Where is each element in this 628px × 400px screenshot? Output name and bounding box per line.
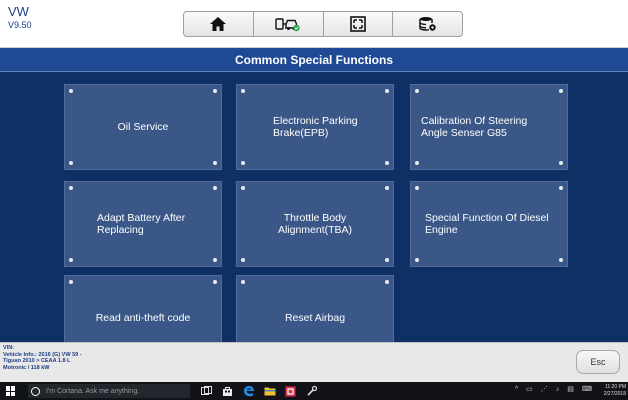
brand: VW V9.50 <box>8 4 32 31</box>
store-icon[interactable] <box>221 385 234 397</box>
screw-icon <box>559 186 563 190</box>
screw-icon <box>385 89 389 93</box>
keyboard-icon[interactable]: ⌨ <box>582 385 592 393</box>
screw-icon <box>69 258 73 262</box>
system-tray: ^ ▭ ⋰ ♪ ▤ ⌨ <box>515 385 592 394</box>
edge-browser-icon[interactable] <box>242 385 255 397</box>
vehicle-model: Tiguan 2010 > CEAA 1.8 L <box>3 358 71 364</box>
adapt-battery-tile[interactable]: Adapt Battery After Replacing <box>64 181 222 267</box>
screw-icon <box>69 280 73 284</box>
tile-label: Throttle Body Alignment(TBA) <box>277 212 353 236</box>
epb-tile[interactable]: Electronic Parking Brake(EPB) <box>236 84 394 170</box>
volume-icon[interactable]: ♪ <box>556 386 560 393</box>
screw-icon <box>385 280 389 284</box>
fullscreen-button[interactable] <box>323 11 394 37</box>
fullscreen-icon <box>350 16 366 32</box>
cortana-placeholder: I'm Cortana. Ask me anything. <box>46 387 140 395</box>
cortana-search-box[interactable]: I'm Cortana. Ask me anything. <box>28 384 190 398</box>
tile-label: Reset Airbag <box>284 312 346 324</box>
functions-grid: Oil Service Electronic Parking Brake(EPB… <box>0 72 628 342</box>
screw-icon <box>415 161 419 165</box>
screw-icon <box>415 258 419 262</box>
vehicle-swap-button[interactable] <box>253 11 324 37</box>
screw-icon <box>415 89 419 93</box>
tools-icon[interactable] <box>305 385 318 397</box>
taskbar-date: 2/27/2018 <box>603 391 626 397</box>
app-icon[interactable] <box>284 385 297 397</box>
screw-icon <box>385 258 389 262</box>
screw-icon <box>213 161 217 165</box>
top-bar: VW V9.50 <box>0 0 628 48</box>
screw-icon <box>213 89 217 93</box>
screw-icon <box>415 186 419 190</box>
software-version: V9.50 <box>8 20 32 30</box>
vehicle-swap-icon <box>275 18 300 32</box>
screw-icon <box>241 89 245 93</box>
read-anti-theft-code-tile[interactable]: Read anti-theft code <box>64 275 222 342</box>
battery-icon[interactable]: ▭ <box>526 385 533 393</box>
tile-label: Adapt Battery After Replacing <box>97 212 186 236</box>
tile-label: Special Function Of Diesel Engine <box>425 212 549 236</box>
tile-label: Calibration Of Steering Angle Senser G85 <box>421 115 528 139</box>
screw-icon <box>385 161 389 165</box>
network-icon[interactable]: ⋰ <box>541 385 548 393</box>
home-icon <box>210 17 227 31</box>
reset-airbag-tile[interactable]: Reset Airbag <box>236 275 394 342</box>
chevron-up-icon[interactable]: ^ <box>515 386 518 393</box>
steering-angle-calibration-tile[interactable]: Calibration Of Steering Angle Senser G85 <box>410 84 568 170</box>
screw-icon <box>69 161 73 165</box>
home-button[interactable] <box>183 11 254 37</box>
vehicle-info-bar: VIN: Vehicle Info.: 2016 (G) VW 59 - Tig… <box>0 342 628 382</box>
screw-icon <box>559 89 563 93</box>
data-settings-button[interactable] <box>393 11 463 37</box>
tile-label: Electronic Parking Brake(EPB) <box>273 115 358 139</box>
screw-icon <box>213 280 217 284</box>
screw-icon <box>241 186 245 190</box>
screw-icon <box>241 258 245 262</box>
screw-icon <box>241 161 245 165</box>
taskbar-clock[interactable]: 11:20 PM 2/27/2018 <box>604 384 626 398</box>
windows-start-icon[interactable] <box>6 386 16 396</box>
page-title: Common Special Functions <box>0 48 628 72</box>
screw-icon <box>69 186 73 190</box>
screw-icon <box>559 258 563 262</box>
main-toolbar <box>183 11 463 37</box>
screw-icon <box>241 280 245 284</box>
taskbar-time: 11:20 PM <box>604 384 626 390</box>
screw-icon <box>385 186 389 190</box>
screw-icon <box>213 258 217 262</box>
diesel-special-function-tile[interactable]: Special Function Of Diesel Engine <box>410 181 568 267</box>
database-settings-icon <box>418 17 436 31</box>
vehicle-engine: Motronic / 118 kW <box>3 364 50 371</box>
task-view-icon[interactable] <box>200 385 213 397</box>
tile-label: Oil Service <box>117 121 169 133</box>
file-explorer-icon[interactable] <box>263 385 276 397</box>
screw-icon <box>213 186 217 190</box>
screw-icon <box>559 161 563 165</box>
notifications-icon[interactable]: ▤ <box>567 385 574 393</box>
screw-icon <box>69 89 73 93</box>
vehicle-info: VIN: Vehicle Info.: 2016 (G) VW 59 - Tig… <box>3 345 82 371</box>
esc-button[interactable]: Esc <box>576 350 620 374</box>
throttle-body-alignment-tile[interactable]: Throttle Body Alignment(TBA) <box>236 181 394 267</box>
cortana-icon <box>31 386 40 396</box>
tile-label: Read anti-theft code <box>95 312 191 324</box>
taskbar-apps <box>200 384 318 398</box>
windows-taskbar: I'm Cortana. Ask me anything. ^ ▭ ⋰ ♪ ▤ … <box>0 382 628 400</box>
brand-name: VW <box>8 4 29 19</box>
oil-service-tile[interactable]: Oil Service <box>64 84 222 170</box>
